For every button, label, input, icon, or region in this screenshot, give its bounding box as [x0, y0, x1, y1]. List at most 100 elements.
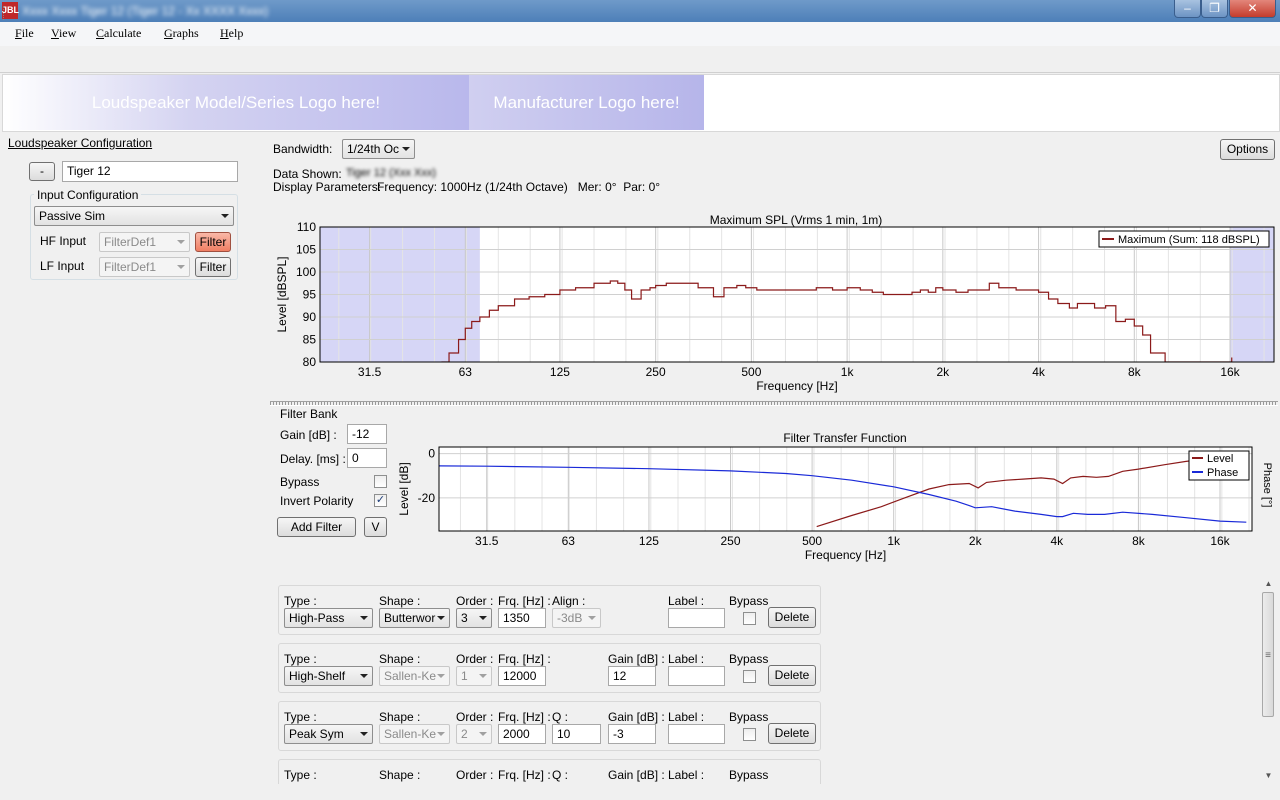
filter-align-select[interactable]: -3dB	[552, 608, 601, 628]
label-label: Label :	[668, 594, 705, 608]
shape-label: Shape :	[379, 652, 421, 666]
hf-filter-button[interactable]: Filter	[195, 232, 231, 252]
filter-order-select[interactable]: 3	[456, 608, 492, 628]
bandwidth-label: Bandwidth:	[273, 142, 333, 156]
bypass-label: Bypass	[729, 652, 769, 666]
scroll-down-arrow[interactable]: ▼	[1262, 770, 1275, 782]
chevron-down-icon	[360, 674, 368, 678]
filter-shape-select[interactable]: Butterwor	[379, 608, 450, 628]
legend-label: Phase	[1207, 467, 1238, 479]
filter-label-input[interactable]	[668, 724, 725, 744]
label-label: Label :	[668, 710, 705, 724]
lf-input-select[interactable]: FilterDef1	[99, 257, 190, 277]
filter-type-select[interactable]: High-Pass	[284, 608, 373, 628]
y-tick-label: 90	[303, 310, 317, 324]
label-label: Label :	[668, 652, 705, 666]
close-button[interactable]: ✕	[1229, 0, 1276, 18]
filter-gain-input[interactable]: 12	[608, 666, 656, 686]
y-tick-label: 100	[296, 265, 316, 279]
v-button[interactable]: V	[364, 517, 387, 537]
minimize-button[interactable]: –	[1174, 0, 1201, 18]
chevron-down-icon	[437, 732, 445, 736]
bypass-label: Bypass	[729, 594, 769, 608]
gain-input[interactable]: -12	[347, 424, 387, 444]
x-tick-label: 8k	[1132, 534, 1146, 548]
filter-q-input[interactable]: 10	[552, 724, 601, 744]
x-tick-label: 500	[802, 534, 822, 548]
filter-shape-select[interactable]: Sallen-Ke	[379, 666, 450, 686]
window-title: Xxxx Xxxx Tiger 12 (Tiger 12 - Xx XXXX X…	[22, 4, 269, 18]
chevron-down-icon	[437, 674, 445, 678]
filter-bypass-checkbox[interactable]	[743, 670, 756, 683]
delete-filter-button[interactable]: Delete	[768, 665, 816, 686]
model-logo: Loudspeaker Model/Series Logo here!	[3, 75, 469, 130]
filter-shape-select[interactable]: Sallen-Ke	[379, 724, 450, 744]
chevron-down-icon	[479, 616, 487, 620]
type-label: Type :	[284, 710, 317, 724]
y-axis-label: Level [dBSPL]	[275, 256, 289, 332]
x-tick-label: 31.5	[358, 365, 382, 379]
frq-label: Frq. [Hz] :	[498, 768, 551, 782]
x-tick-label: 8k	[1128, 365, 1142, 379]
filter-order-select[interactable]: 2	[456, 724, 492, 744]
order-label: Order :	[456, 594, 494, 608]
menu-file[interactable]: File	[15, 26, 34, 41]
chevron-down-icon	[402, 147, 410, 151]
order-label: Order :	[456, 710, 494, 724]
filter-order-select[interactable]: 1	[456, 666, 492, 686]
filter-gain-input[interactable]: -3	[608, 724, 656, 744]
x-axis-label: Frequency [Hz]	[756, 379, 837, 393]
delete-filter-button[interactable]: Delete	[768, 723, 816, 744]
delay-input[interactable]: 0	[347, 448, 387, 468]
bypass-checkbox[interactable]	[374, 475, 387, 488]
filter-frequency-input[interactable]: 2000	[498, 724, 546, 744]
bypass-label: Bypass	[729, 768, 769, 782]
menu-view[interactable]: View	[51, 26, 76, 41]
display-params-value: Frequency: 1000Hz (1/24th Octave) Mer: 0…	[377, 180, 661, 194]
order-label: Order :	[456, 652, 494, 666]
lf-input-label: LF Input	[40, 259, 85, 273]
delay-label: Delay. [ms] :	[280, 452, 346, 466]
param-label: Q :	[552, 768, 569, 782]
splitter[interactable]	[270, 401, 1278, 406]
delete-filter-button[interactable]: Delete	[768, 607, 816, 628]
filter-bypass-checkbox[interactable]	[743, 612, 756, 625]
menu-calculate[interactable]: Calculate	[96, 26, 141, 41]
invert-polarity-checkbox[interactable]: ✓	[374, 494, 387, 507]
maximize-button[interactable]: ❐	[1201, 0, 1228, 18]
bandwidth-select[interactable]: 1/24th Oc	[342, 139, 415, 159]
x-tick-label: 1k	[841, 365, 855, 379]
filter-type-select[interactable]: Peak Sym	[284, 724, 373, 744]
x-tick-label: 31.5	[475, 534, 499, 548]
type-label: Type :	[284, 652, 317, 666]
filter-label-input[interactable]	[668, 666, 725, 686]
speaker-name-field[interactable]: Tiger 12	[62, 161, 238, 182]
collapse-button[interactable]: -	[29, 162, 55, 181]
filter-frequency-input[interactable]: 12000	[498, 666, 546, 686]
menu-help[interactable]: Help	[220, 26, 243, 41]
lf-filter-button[interactable]: Filter	[195, 257, 231, 277]
chevron-down-icon	[479, 732, 487, 736]
x-tick-label: 1k	[887, 534, 901, 548]
filter-type-select[interactable]: High-Shelf	[284, 666, 373, 686]
x-tick-label: 2k	[969, 534, 983, 548]
menu-graphs[interactable]: Graphs	[164, 26, 199, 41]
scroll-up-arrow[interactable]: ▲	[1262, 578, 1275, 590]
frq-label: Frq. [Hz] :	[498, 652, 551, 666]
y-tick-label: 0	[428, 447, 435, 461]
filter-bypass-checkbox[interactable]	[743, 728, 756, 741]
y-tick-label: 85	[303, 333, 317, 347]
input-mode-select[interactable]: Passive Sim	[34, 206, 234, 226]
add-filter-button[interactable]: Add Filter	[277, 517, 356, 537]
options-button[interactable]: Options	[1220, 139, 1275, 160]
filter-frequency-input[interactable]: 1350	[498, 608, 546, 628]
label-label: Label :	[668, 768, 705, 782]
plot-area	[439, 447, 1252, 531]
x-tick-label: 63	[459, 365, 473, 379]
hf-input-select[interactable]: FilterDef1	[99, 232, 190, 252]
gain-label: Gain [dB] :	[608, 710, 665, 724]
order-label: Order :	[456, 768, 494, 782]
toolbar-grip[interactable]	[3, 6, 6, 20]
filter-label-input[interactable]	[668, 608, 725, 628]
scroll-thumb[interactable]: ≡	[1262, 592, 1274, 717]
